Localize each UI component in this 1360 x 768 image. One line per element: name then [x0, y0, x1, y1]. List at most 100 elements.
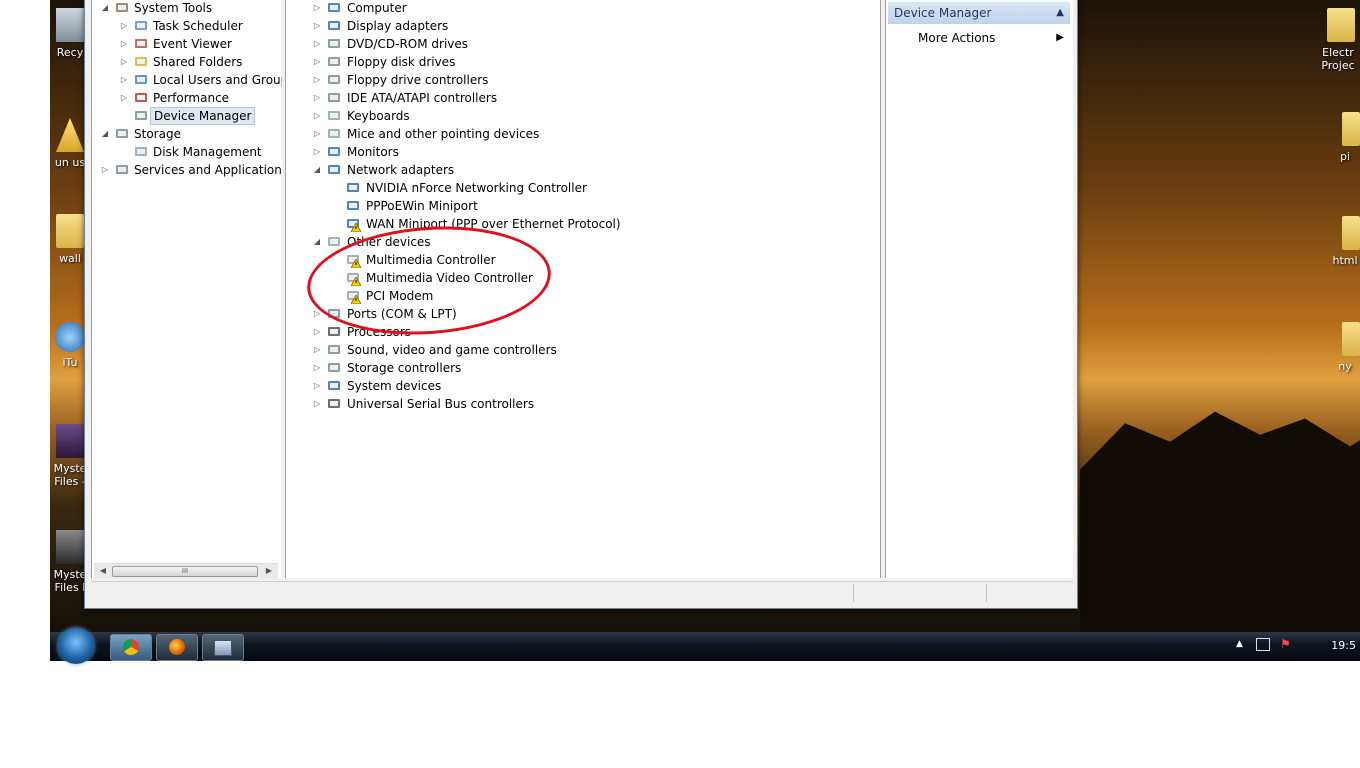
collapse-up-icon[interactable]: ▲	[1056, 2, 1064, 24]
console-tree-item-label: Services and Applications	[134, 163, 289, 177]
recycle-bin-icon	[56, 8, 84, 42]
actions-header-label: Device Manager	[894, 6, 992, 20]
status-bar	[91, 581, 1073, 604]
expand-arrow-icon[interactable]: ▷	[312, 71, 322, 89]
start-button[interactable]	[58, 628, 94, 664]
expand-arrow-icon[interactable]: ▷	[312, 359, 322, 377]
expanded-arrow-icon[interactable]: ◢	[312, 161, 322, 179]
device-tree-item-label: Display adapters	[347, 19, 449, 33]
expand-arrow-icon[interactable]: ▷	[312, 35, 322, 53]
actions-header-device-manager[interactable]: Device Manager ▲	[888, 2, 1070, 24]
scroll-right-arrow-icon[interactable]: ▶	[262, 564, 276, 578]
console-tree-item-label: Device Manager	[150, 107, 256, 125]
console-tree-item-label: System Tools	[134, 1, 213, 15]
expand-arrow-icon[interactable]: ▷	[312, 377, 322, 395]
more-actions-label: More Actions	[918, 31, 996, 45]
expand-arrow-icon[interactable]: ▷	[312, 395, 322, 413]
action-center-flag-icon[interactable]: ⚑	[1280, 637, 1291, 651]
chrome-icon	[123, 639, 139, 655]
desktop-icon-label: html	[1332, 254, 1358, 267]
display-adapter-icon	[326, 18, 342, 34]
taskbar-computer-management-button[interactable]	[202, 634, 244, 661]
taskbar-firefox-button[interactable]	[156, 634, 198, 661]
expand-arrow-icon[interactable]: ▷	[312, 341, 322, 359]
clock[interactable]: 19:5	[1331, 639, 1356, 652]
desktop-icon-electronics-projects[interactable]: Electr Projec	[1316, 8, 1360, 72]
desktop-hills	[1080, 411, 1360, 632]
game-shortcut-icon	[56, 530, 84, 564]
device-tree-item-label: Keyboards	[347, 109, 410, 123]
console-tree-item-label: Storage	[134, 127, 181, 141]
processor-icon	[326, 324, 342, 340]
device-tree-item-label: PPPoEWin Miniport	[366, 199, 478, 213]
shared-folder-icon	[133, 54, 149, 70]
folder-icon	[1342, 216, 1360, 250]
device-tree-item-label: Floppy disk drives	[347, 55, 456, 69]
tools-icon	[114, 0, 130, 16]
firefox-icon	[169, 639, 185, 655]
network-icon[interactable]	[1256, 638, 1270, 651]
actions-pane: Device Manager ▲ More Actions ▶	[885, 0, 1073, 578]
device-tree-item-label: Mice and other pointing devices	[347, 127, 540, 141]
expand-arrow-icon[interactable]: ▷	[119, 89, 129, 107]
mouse-icon	[326, 126, 342, 142]
console-tree-item-label: Performance	[153, 91, 230, 105]
itunes-icon	[55, 322, 85, 352]
desktop-icon-html[interactable]: html	[1330, 216, 1360, 267]
more-actions-item[interactable]: More Actions ▶	[918, 29, 1068, 47]
show-hidden-icons-icon[interactable]: ▲	[1236, 639, 1243, 649]
expand-arrow-icon[interactable]: ▷	[119, 71, 129, 89]
expand-arrow-icon[interactable]: ▷	[312, 125, 322, 143]
expand-arrow-icon[interactable]: ▷	[312, 0, 322, 17]
expand-arrow-icon[interactable]: ▷	[312, 323, 322, 341]
device-tree-item-label: Universal Serial Bus controllers	[347, 397, 535, 411]
expand-arrow-icon[interactable]: ▷	[312, 17, 322, 35]
device-tree-item-label: Storage controllers	[347, 361, 462, 375]
device-tree-item-label: System devices	[347, 379, 442, 393]
folder-icon	[1327, 8, 1355, 42]
expand-arrow-icon[interactable]: ▷	[312, 107, 322, 125]
monitor-icon	[326, 144, 342, 160]
network-adapter-icon	[326, 162, 342, 178]
folder-icon	[1342, 322, 1360, 356]
expanded-arrow-icon[interactable]: ◢	[312, 233, 322, 251]
computer-icon	[326, 0, 342, 16]
dvd-drive-icon	[326, 36, 342, 52]
device-tree-item-label: Computer	[347, 1, 407, 15]
device-tree-item-label: IDE ATA/ATAPI controllers	[347, 91, 498, 105]
system-device-icon	[326, 378, 342, 394]
desktop-icon-pi[interactable]: pi	[1330, 112, 1360, 163]
network-card-icon	[345, 198, 361, 214]
expand-arrow-icon[interactable]: ▷	[312, 89, 322, 107]
usb-icon	[326, 396, 342, 412]
console-tree-item-label: Local Users and Groups	[153, 73, 295, 87]
console-tree-pane[interactable]: ◢ System Tools ▷ Task Scheduler ▷ Event Viewe…	[91, 0, 295, 578]
clock-icon	[133, 18, 149, 34]
expand-arrow-icon[interactable]: ▷	[312, 53, 322, 71]
expand-arrow-icon[interactable]: ▷	[100, 161, 110, 179]
scroll-left-arrow-icon[interactable]: ◀	[96, 564, 110, 578]
console-tree-scrollbar[interactable]: ◀ III ▶	[94, 563, 278, 578]
expand-arrow-icon[interactable]: ▷	[312, 143, 322, 161]
computer-management-window: ◢ System Tools ▷ Task Scheduler ▷ Event Viewe…	[84, 0, 1078, 609]
scrollbar-thumb[interactable]: III	[112, 566, 258, 577]
system-tray: ▲ ⚑ 19:5	[1230, 632, 1360, 661]
device-tree-item-label: Sound, video and game controllers	[347, 343, 557, 357]
expanded-arrow-icon[interactable]: ◢	[100, 125, 110, 143]
console-tree-item-label: Event Viewer	[153, 37, 232, 51]
taskbar-chrome-button[interactable]	[110, 634, 152, 661]
network-card-icon	[345, 180, 361, 196]
performance-icon	[133, 90, 149, 106]
floppy-drive-icon	[326, 54, 342, 70]
expand-arrow-icon[interactable]: ▷	[119, 53, 129, 71]
submenu-arrow-icon: ▶	[1056, 32, 1064, 43]
network-warning-icon	[345, 216, 361, 232]
expand-arrow-icon[interactable]: ▷	[119, 35, 129, 53]
desktop-icon-label: pi	[1339, 150, 1351, 163]
expanded-arrow-icon[interactable]: ◢	[100, 0, 110, 17]
desktop-icon-ny[interactable]: ny	[1330, 322, 1360, 373]
speaker-icon	[326, 342, 342, 358]
expand-arrow-icon[interactable]: ▷	[119, 17, 129, 35]
